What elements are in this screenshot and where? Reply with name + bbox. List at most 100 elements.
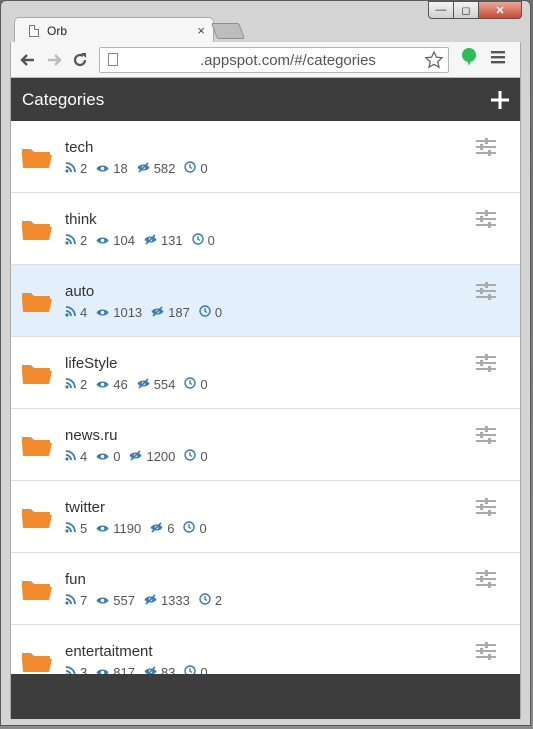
arrow-left-icon [20,53,34,66]
category-row[interactable]: twitter 5 1190 6 0 [11,481,520,553]
unread-count: 582 [153,161,176,176]
sliders-icon[interactable] [476,570,496,593]
browser-toolbar: .appspot.com/#/categories [10,42,521,78]
category-row[interactable]: tech 2 18 582 0 [11,121,520,193]
maximize-button[interactable]: ◻ [453,1,479,19]
eye-icon [96,449,113,464]
rss-icon [65,521,80,536]
category-stats: 4 0 1200 0 [65,449,217,464]
read-count: 1190 [113,521,142,536]
tab-strip: Orb × [10,17,430,43]
rss-icon [65,305,80,320]
eye-icon [96,161,113,176]
sliders-icon[interactable] [476,210,496,233]
clock-icon [184,665,200,674]
new-tab-button[interactable] [211,23,245,39]
tab-close-icon[interactable]: × [197,23,205,38]
eye-slash-icon [151,305,168,320]
read-count: 46 [113,377,128,392]
unread-count: 554 [153,377,176,392]
close-window-button[interactable]: ✕ [478,1,522,19]
unread-count: 131 [160,233,183,248]
sliders-icon[interactable] [476,642,496,665]
category-stats: 2 46 554 0 [65,377,217,392]
arrow-right-icon [48,53,62,66]
back-button[interactable] [15,47,41,73]
category-name[interactable]: think [65,211,97,228]
reload-button[interactable] [67,47,93,73]
unread-stat: 187 [151,305,190,320]
unread-count: 83 [160,665,176,674]
forward-button[interactable] [41,47,67,73]
feeds-stat: 7 [65,593,87,608]
pending-stat: 0 [184,665,208,674]
rss-icon [65,377,80,392]
bottom-bar [10,674,521,719]
sliders-icon[interactable] [476,498,496,521]
pending-stat: 0 [191,233,215,248]
eye-slash-icon [150,521,167,536]
read-stat: 0 [96,449,120,464]
app-view: Categories tech 2 18 582 0 think 2 104 131 0 auto 4… [10,78,521,674]
clock-icon [184,161,200,176]
category-row[interactable]: auto 4 1013 187 0 [11,265,520,337]
eye-slash-icon [144,593,161,608]
clock-icon [184,377,200,392]
add-category-button[interactable] [488,88,512,112]
folder-icon [21,289,53,318]
sliders-icon[interactable] [476,354,496,377]
category-name[interactable]: tech [65,139,93,156]
extension-icon[interactable] [461,48,477,71]
read-count: 104 [113,233,135,248]
read-stat: 1190 [96,521,141,536]
reload-icon [73,52,87,66]
url-text[interactable]: .appspot.com/#/categories [200,52,376,69]
eye-slash-icon [144,665,161,674]
category-row[interactable]: fun 7 557 1333 2 [11,553,520,625]
feeds-count: 2 [80,161,88,176]
chrome-menu-icon[interactable] [491,50,505,69]
tab-orb[interactable]: Orb × [14,17,214,43]
pending-stat: 2 [199,593,222,608]
sliders-icon[interactable] [476,282,496,305]
read-stat: 1013 [96,305,142,320]
pending-count: 0 [200,665,208,674]
category-name[interactable]: lifeStyle [65,355,118,372]
sliders-icon[interactable] [476,138,496,161]
window-controls: — ◻ ✕ [428,1,522,19]
category-stats: 5 1190 6 0 [65,521,216,536]
feeds-stat: 2 [65,233,87,248]
page-icon [29,24,39,37]
folder-icon [21,649,53,674]
eye-icon [96,521,113,536]
category-name[interactable]: twitter [65,499,105,516]
eye-icon [96,593,113,608]
bookmark-star-icon[interactable] [424,49,444,75]
minimize-button[interactable]: — [428,1,454,19]
address-bar[interactable]: .appspot.com/#/categories [99,46,449,75]
eye-slash-icon [137,161,154,176]
folder-icon [21,217,53,246]
category-row[interactable]: lifeStyle 2 46 554 0 [11,337,520,409]
category-name[interactable]: news.ru [65,427,118,444]
category-name[interactable]: entertaitment [65,643,153,660]
category-stats: 2 18 582 0 [65,161,217,176]
category-row[interactable]: news.ru 4 0 1200 0 [11,409,520,481]
category-name[interactable]: fun [65,571,86,588]
sliders-icon[interactable] [476,426,496,449]
category-row[interactable]: think 2 104 131 0 [11,193,520,265]
feeds-stat: 3 [65,665,87,674]
pending-count: 0 [199,521,207,536]
pending-count: 0 [207,233,215,248]
page-info-icon[interactable] [108,53,118,66]
feeds-count: 7 [80,593,88,608]
category-name[interactable]: auto [65,283,94,300]
read-stat: 104 [96,233,135,248]
pending-stat: 0 [199,305,222,320]
tab-title: Orb [47,23,68,38]
unread-stat: 131 [144,233,183,248]
app-header: Categories [11,78,520,121]
folder-icon [21,361,53,390]
category-row[interactable]: entertaitment 3 817 83 0 [11,625,520,674]
feeds-count: 4 [80,305,88,320]
